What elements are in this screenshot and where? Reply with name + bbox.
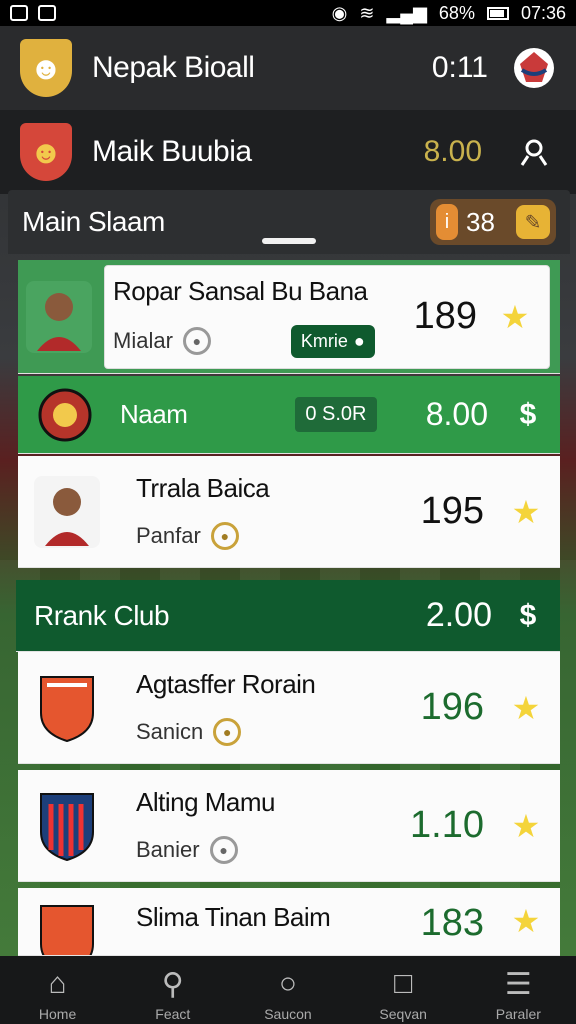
ball-icon: ● xyxy=(209,836,238,864)
camera-icon xyxy=(10,5,28,21)
profile-icon[interactable] xyxy=(512,130,556,174)
player-score: 183 xyxy=(420,902,484,944)
team-header-secondary[interactable]: ☻ Maik Buubia 8.00 xyxy=(0,110,576,194)
status-bar: ◉ ≋ ▂▄▆ 68% 07:36 xyxy=(0,0,576,26)
player-score: 1.10 xyxy=(410,804,484,846)
wifi-icon: ≋ xyxy=(359,3,375,23)
ball-icon: ● xyxy=(182,327,211,355)
list-item[interactable]: Trrala Baica Panfar ● 195 ★ xyxy=(18,456,560,568)
team-header-primary[interactable]: ☻ Nepak Bioall 0:11 xyxy=(0,26,576,110)
player-team: Mialar xyxy=(113,328,173,353)
nav-menu[interactable]: ☰ Paraler xyxy=(468,967,568,1023)
home-icon: ⌂ xyxy=(48,967,67,1000)
team-crest-icon: ☻ xyxy=(20,39,72,97)
star-icon[interactable]: ★ xyxy=(506,493,546,531)
player-score: 196 xyxy=(420,686,484,728)
player-name: Alting Mamu xyxy=(136,787,276,817)
ball-icon: ● xyxy=(213,718,242,746)
battery-icon xyxy=(486,6,509,20)
header-value: 8.00 xyxy=(423,135,482,168)
panel-title: Main Slaam xyxy=(22,206,165,237)
club-name: Rrank Club xyxy=(34,599,170,631)
player-name: Slima Tinan Baim xyxy=(136,902,331,932)
circle-icon: ○ xyxy=(278,967,298,1000)
odds-tag: 0 S.0R xyxy=(295,397,377,432)
star-icon[interactable]: ★ xyxy=(506,689,546,727)
player-team: Panfar xyxy=(136,523,201,548)
list-item[interactable]: Naam 0 S.0R 8.00 $ xyxy=(18,376,560,454)
club-name: Naam xyxy=(120,399,188,429)
list-item[interactable]: Ropar Sansal Bu Bana Mialar ● Kmrie ● 189… xyxy=(18,260,560,374)
clock: 07:36 xyxy=(520,2,566,23)
team-crest-icon: ☻ xyxy=(20,123,72,181)
status-badge: Kmrie ● xyxy=(290,324,375,358)
dollar-icon[interactable]: $ xyxy=(506,599,550,633)
club-score: 2.00 xyxy=(425,596,492,634)
list-item[interactable]: Slima Tinan Baim 183 ★ xyxy=(18,888,560,956)
menu-icon: ☰ xyxy=(504,967,532,1001)
nav-circle[interactable]: ○ Saucon xyxy=(238,967,338,1022)
club-score: 8.00 xyxy=(425,396,488,432)
header-title: Nepak Bioall xyxy=(92,51,255,84)
square-icon: □ xyxy=(394,967,413,1000)
player-team: Sanicn xyxy=(136,719,204,744)
player-name: Ropar Sansal Bu Bana xyxy=(113,275,368,306)
player-team: Banier xyxy=(136,837,200,862)
search-icon: ⚲ xyxy=(161,967,184,1001)
star-icon[interactable]: ★ xyxy=(495,298,535,336)
dollar-icon[interactable]: $ xyxy=(506,398,550,432)
header-value: 0:11 xyxy=(431,51,488,84)
club-crest-icon xyxy=(34,672,100,744)
player-name: Agtasffer Rorain xyxy=(136,669,316,699)
signal-icon: ▂▄▆ xyxy=(386,3,427,23)
club-crest-icon xyxy=(34,902,100,955)
drag-handle[interactable] xyxy=(262,238,316,244)
player-name: Trrala Baica xyxy=(136,473,270,503)
player-score: 189 xyxy=(413,295,477,337)
club-crest-icon xyxy=(34,790,100,862)
list-item[interactable]: Alting Mamu Banier ● 1.10 ★ xyxy=(18,770,560,882)
nav-home[interactable]: ⌂ Home xyxy=(8,967,108,1022)
edit-icon: ✎ xyxy=(516,205,550,239)
nav-square[interactable]: □ Seqvan xyxy=(353,967,453,1022)
ball-icon: ● xyxy=(210,522,239,550)
battery-text: 68% xyxy=(438,2,475,23)
player-avatar xyxy=(34,475,100,548)
coin-icon: i xyxy=(436,204,458,240)
star-icon[interactable]: ★ xyxy=(506,807,546,845)
bottom-navigation: ⌂ Home ⚲ Feact ○ Saucon □ Seqvan ☰ Paral… xyxy=(0,956,576,1024)
list-item[interactable]: Rrank Club 2.00 $ xyxy=(16,580,560,652)
player-score: 195 xyxy=(420,490,484,532)
league-badge-icon[interactable] xyxy=(512,46,556,90)
panel-header: Main Slaam i 38 ✎ xyxy=(8,190,570,254)
sync-icon: ◉ xyxy=(331,3,348,23)
coin-counter[interactable]: i 38 ✎ xyxy=(430,199,556,245)
club-crest-icon xyxy=(38,388,92,442)
coin-value: 38 xyxy=(466,206,495,237)
gallery-icon xyxy=(38,5,56,21)
list-item[interactable]: Agtasffer Rorain Sanicn ● 196 ★ xyxy=(18,652,560,764)
nav-search[interactable]: ⚲ Feact xyxy=(123,967,223,1023)
player-avatar xyxy=(26,280,92,353)
header-title: Maik Buubia xyxy=(92,135,252,168)
star-icon[interactable]: ★ xyxy=(506,902,546,940)
